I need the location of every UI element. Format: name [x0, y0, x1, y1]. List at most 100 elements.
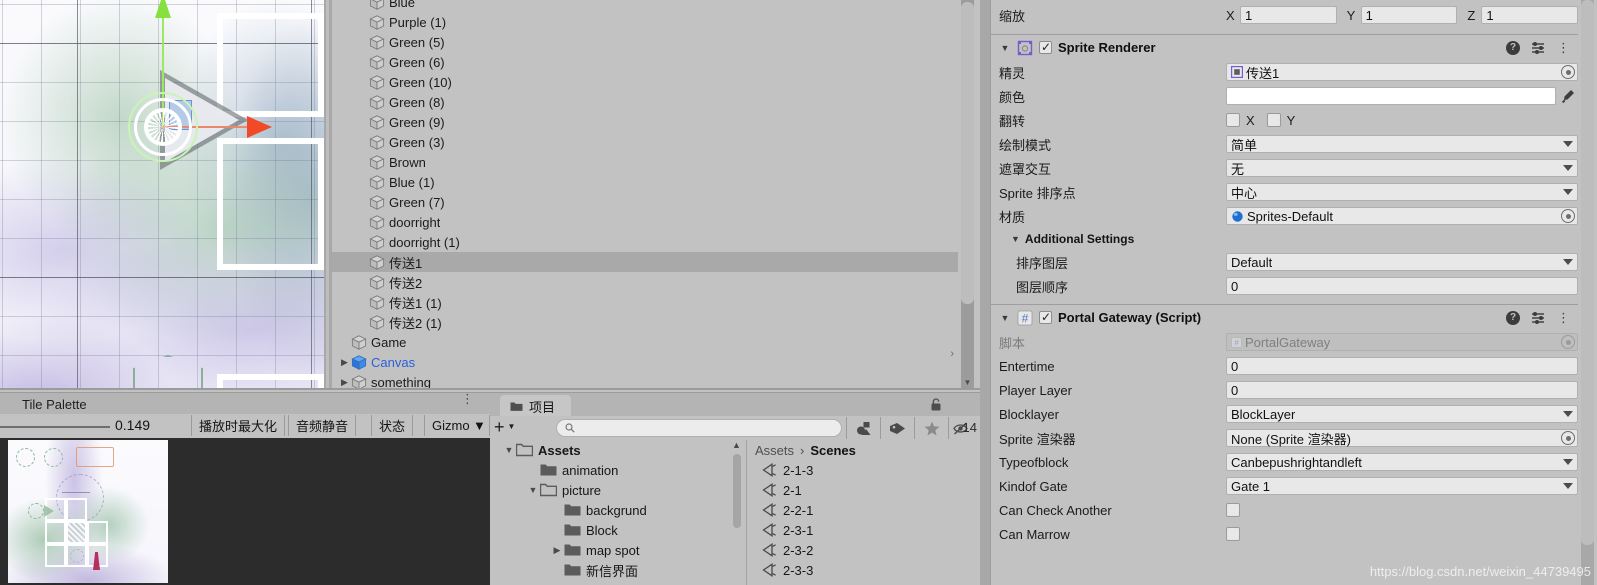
preset-icon[interactable]	[1531, 41, 1546, 54]
flip-y-checkbox[interactable]	[1266, 113, 1281, 127]
breadcrumb[interactable]: Assets › Scenes	[747, 440, 980, 460]
can-marrow-checkbox[interactable]	[1226, 527, 1240, 541]
project-file-row[interactable]: 2-3-1	[747, 520, 980, 540]
project-file-row[interactable]: 2-3-2	[747, 540, 980, 560]
can-check-another-checkbox[interactable]	[1226, 503, 1240, 517]
project-file-row[interactable]: 2-1-3	[747, 460, 980, 480]
hierarchy-row[interactable]: Green (5)	[332, 32, 958, 52]
project-tree-row[interactable]: 新信界面	[494, 560, 742, 580]
sprite-object-field[interactable]: 传送1	[1226, 63, 1578, 81]
project-folder-tree[interactable]: ▼ Assets animation ▼ picture backgrund Block ▶ m…	[494, 440, 742, 585]
entertime-input[interactable]: 0	[1226, 357, 1578, 375]
hierarchy-panel[interactable]: Blue Purple (1) Green (5) Green (6) Gree…	[324, 0, 980, 390]
project-panel[interactable]: 项目 + ▼ 14 ▼ Assets animation ▼ picture b…	[490, 390, 980, 585]
hierarchy-row[interactable]: 传送1	[332, 252, 958, 272]
sprite-renderer-foldout-icon[interactable]: ▼	[999, 43, 1011, 53]
project-file-list[interactable]: 2-1-3 2-1 2-2-1 2-3-1 2-3-2 2-3-3	[747, 460, 980, 580]
project-tree-scrollbar[interactable]: ▲	[732, 440, 742, 585]
create-asset-button[interactable]: + ▼	[494, 417, 515, 437]
breadcrumb-root[interactable]: Assets	[755, 443, 794, 458]
hierarchy-row[interactable]: Green (6)	[332, 52, 958, 72]
sprite-renderer-header-actions[interactable]: ? ⋮	[1506, 40, 1578, 55]
portal-gateway-header-actions[interactable]: ? ⋮	[1506, 310, 1578, 325]
game-view-toolbar[interactable]: 0.149 播放时最大化 音频静音 状态 Gizmos ▼	[0, 414, 490, 438]
hierarchy-row[interactable]: Green (9)	[332, 112, 958, 132]
project-tree-row[interactable]: animation	[494, 460, 742, 480]
game-view-preview[interactable]	[0, 438, 490, 585]
project-tree-row[interactable]: backgrund	[494, 500, 742, 520]
tile-palette-panel[interactable]: Tile Palette ⋮ 0.149 播放时最大化 音频静音 状态 Gizm…	[0, 390, 490, 585]
grid-cell[interactable]	[87, 521, 108, 544]
project-toolbar[interactable]: + ▼ 14	[490, 416, 980, 440]
tile-palette-more-icon[interactable]: ⋮	[461, 392, 474, 405]
preset-icon[interactable]	[1531, 311, 1546, 324]
sorting-layer-dropdown[interactable]: Default	[1226, 253, 1578, 271]
project-file-row[interactable]: 2-3-3	[747, 560, 980, 580]
gizmo-center-handle[interactable]	[144, 108, 182, 146]
hierarchy-row[interactable]: Blue	[332, 0, 958, 12]
help-icon[interactable]: ?	[1506, 40, 1520, 55]
pause-icon[interactable]	[16, 448, 35, 467]
grid-cell[interactable]	[66, 498, 87, 521]
sprite-renderer-header[interactable]: ▼ Sprite Renderer ?	[991, 34, 1578, 60]
portal-gateway-header[interactable]: ▼ # Portal Gateway (Script) ?	[991, 304, 1578, 330]
player-layer-input[interactable]: 0	[1226, 381, 1578, 399]
portal-gateway-foldout-icon[interactable]: ▼	[999, 313, 1011, 323]
chevron-down-icon[interactable]: ▼	[508, 417, 516, 437]
hierarchy-scrollbar-thumb[interactable]	[961, 2, 974, 304]
material-object-field[interactable]: Sprites-Default	[1226, 207, 1578, 225]
hierarchy-row[interactable]: 传送2	[332, 272, 958, 292]
additional-settings-header[interactable]: ▼ Additional Settings	[991, 228, 1578, 250]
project-tree-scrollbar-thumb[interactable]	[733, 454, 741, 528]
flip-x-checkbox[interactable]	[1226, 113, 1240, 127]
filter-by-label-icon[interactable]	[880, 417, 914, 439]
project-file-row[interactable]: 2-2-1	[747, 500, 980, 520]
blocklayer-dropdown[interactable]: BlockLayer	[1226, 405, 1578, 423]
collapse-arrow-icon[interactable]: ▼	[526, 485, 540, 495]
restart-icon[interactable]	[44, 448, 63, 467]
gizmos-dropdown-icon[interactable]: ▼	[470, 415, 490, 436]
project-tree-row[interactable]: ▼ picture	[494, 480, 742, 500]
collapse-arrow-icon[interactable]: ▼	[502, 445, 516, 455]
project-tree-row[interactable]: ▼ Assets	[494, 440, 742, 460]
scale-z-input[interactable]: 1	[1481, 6, 1579, 24]
project-tabstrip[interactable]: 项目	[490, 392, 980, 417]
sprite-renderer-ref-object-field[interactable]: None (Sprite 渲染器)	[1226, 429, 1578, 447]
tile-palette-tab-label[interactable]: Tile Palette	[22, 397, 87, 412]
hierarchy-row[interactable]: 传送2 (1)	[332, 312, 958, 332]
sprite-renderer-ref-picker-icon[interactable]	[1561, 431, 1575, 445]
maximize-on-play-button[interactable]: 播放时最大化	[191, 415, 286, 436]
gizmo-x-axis-arrow[interactable]	[247, 116, 272, 138]
sprite-renderer-enabled-checkbox[interactable]	[1039, 39, 1052, 55]
draw-mode-dropdown[interactable]: 简单	[1226, 135, 1578, 153]
tile-palette-tabbar[interactable]: Tile Palette ⋮	[0, 392, 490, 414]
favorites-star-icon[interactable]	[914, 417, 948, 439]
search-input[interactable]	[556, 419, 842, 437]
zoom-slider[interactable]	[0, 426, 110, 428]
sprite-object-picker-icon[interactable]	[1561, 65, 1575, 79]
game-render-surface[interactable]	[8, 440, 168, 583]
hierarchy-row[interactable]: Blue (1)	[332, 172, 958, 192]
additional-settings-foldout-icon[interactable]: ▼	[1011, 234, 1020, 244]
inspector-scrollbar-thumb[interactable]	[1581, 0, 1594, 545]
portal-gateway-enabled-checkbox[interactable]	[1039, 309, 1052, 325]
hierarchy-row[interactable]: ▶ Canvas	[332, 352, 958, 372]
hierarchy-row[interactable]: doorright (1)	[332, 232, 958, 252]
more-options-icon[interactable]: ⋮	[1557, 41, 1570, 54]
more-options-icon[interactable]: ⋮	[1557, 311, 1570, 324]
expand-arrow-icon[interactable]: ▶	[338, 357, 351, 368]
grid-cell[interactable]	[45, 521, 66, 544]
scale-vector3[interactable]: X 1 Y 1 Z 1	[1226, 6, 1579, 24]
tab-project[interactable]: 项目	[500, 395, 572, 417]
grid-cell[interactable]	[66, 521, 87, 544]
grid-cell[interactable]	[45, 544, 66, 567]
hierarchy-row[interactable]: doorright	[332, 212, 958, 232]
eyedropper-icon[interactable]	[1560, 88, 1576, 104]
scroll-up-arrow-icon[interactable]: ▲	[732, 440, 741, 450]
hierarchy-row[interactable]: Game	[332, 332, 958, 352]
filter-by-type-icon[interactable]	[846, 417, 880, 439]
gizmo-y-axis-arrow[interactable]	[155, 0, 171, 18]
hierarchy-row[interactable]: Green (8)	[332, 92, 958, 112]
hierarchy-row[interactable]: Green (10)	[332, 72, 958, 92]
inspector-panel[interactable]: 缩放 X 1 Y 1 Z 1 ▼ ✓ Sprite Renderer ? ⋮ 精…	[980, 0, 1597, 585]
